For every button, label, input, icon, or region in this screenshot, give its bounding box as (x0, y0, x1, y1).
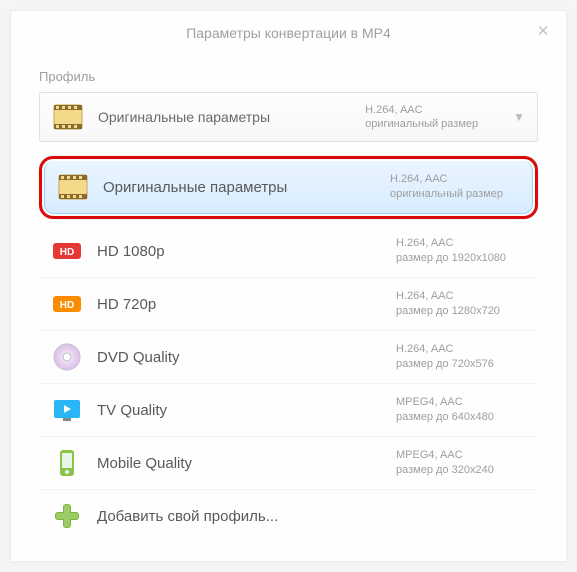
dialog-header: Параметры конвертации в MP4 × (11, 11, 566, 55)
profile-item-hd720[interactable]: HD HD 720p H.264, AAC размер до 1280х720 (39, 277, 538, 330)
mobile-icon (51, 447, 83, 479)
dropdown-selected-label: Оригинальные параметры (98, 109, 365, 125)
svg-text:HD: HD (60, 300, 74, 311)
plus-icon (51, 500, 83, 532)
profile-item-meta: H.264, AAC размер до 1280х720 (396, 289, 526, 319)
hd-orange-icon: HD (51, 288, 83, 320)
svg-text:HD: HD (60, 247, 74, 258)
dropdown-selected-meta: H.264, AAC оригинальный размер (365, 103, 495, 132)
dialog-title: Параметры конвертации в MP4 (29, 25, 548, 41)
profile-item-add[interactable]: Добавить свой профиль... (39, 489, 538, 542)
profile-dropdown[interactable]: Оригинальные параметры H.264, AAC оригин… (39, 92, 538, 142)
selection-highlight: Оригинальные параметры H.264, AAC оригин… (39, 156, 538, 219)
profile-item-meta: MPEG4, AAC размер до 640х480 (396, 395, 526, 425)
profile-item-hd1080[interactable]: HD HD 1080p H.264, AAC размер до 1920х10… (39, 225, 538, 277)
profile-item-mobile[interactable]: Mobile Quality MPEG4, AAC размер до 320х… (39, 436, 538, 489)
chevron-down-icon: ▼ (513, 110, 525, 124)
tv-icon (51, 394, 83, 426)
profile-item-label: Добавить свой профиль... (97, 508, 396, 525)
profile-item-label: DVD Quality (97, 349, 396, 366)
profile-item-dvd[interactable]: DVD Quality H.264, AAC размер до 720х576 (39, 330, 538, 383)
profile-item-label: HD 1080p (97, 243, 396, 260)
film-icon (57, 171, 89, 203)
profile-item-meta: H.264, AAC размер до 1920х1080 (396, 236, 526, 266)
profile-item-meta: H.264, AAC оригинальный размер (390, 172, 520, 202)
hd-red-icon: HD (51, 235, 83, 267)
profile-item-label: Оригинальные параметры (103, 179, 390, 196)
dialog-window: Параметры конвертации в MP4 × Профиль Ор… (10, 10, 567, 562)
profile-item-meta: MPEG4, AAC размер до 320х240 (396, 448, 526, 478)
profile-item-label: Mobile Quality (97, 455, 396, 472)
close-button[interactable]: × (534, 25, 552, 43)
profile-item-meta: H.264, AAC размер до 720х576 (396, 342, 526, 372)
profile-list: HD HD 1080p H.264, AAC размер до 1920х10… (11, 225, 566, 542)
profile-item-label: TV Quality (97, 402, 396, 419)
profile-section-label: Профиль (11, 55, 566, 92)
profile-item-label: HD 720p (97, 296, 396, 313)
profile-item-original[interactable]: Оригинальные параметры H.264, AAC оригин… (44, 161, 533, 214)
profile-item-tv[interactable]: TV Quality MPEG4, AAC размер до 640х480 (39, 383, 538, 436)
disc-icon (51, 341, 83, 373)
film-icon (52, 101, 84, 133)
